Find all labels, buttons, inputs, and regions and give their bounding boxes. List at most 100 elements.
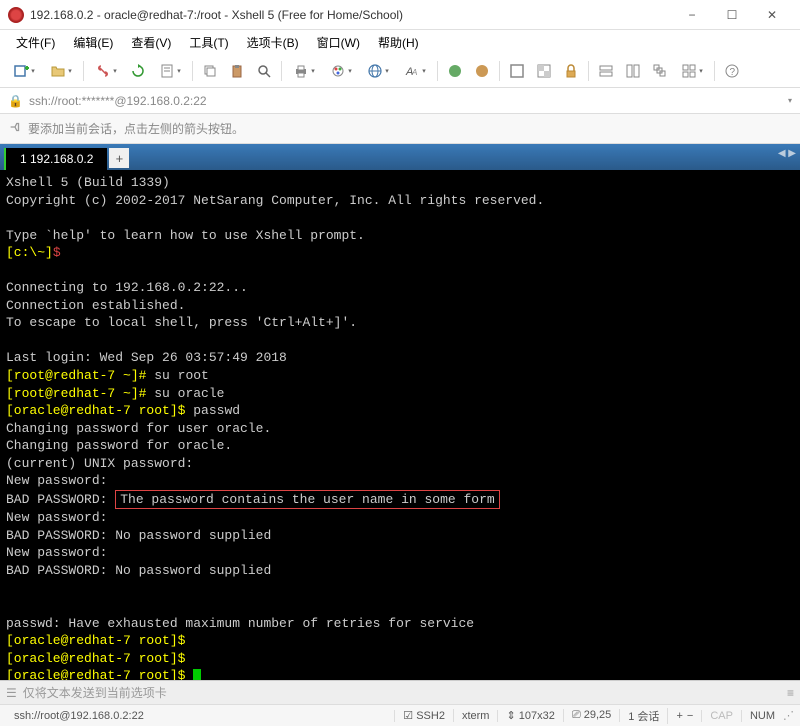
pin-icon[interactable] xyxy=(8,120,22,137)
session-tab[interactable]: 1 192.168.0.2 xyxy=(4,148,107,170)
status-sessions: 1 会话 xyxy=(620,708,668,724)
reconnect-button[interactable] xyxy=(125,58,151,84)
tile-v-button[interactable] xyxy=(620,58,646,84)
separator xyxy=(588,61,589,81)
footer-hint: 仅将文本发送到当前选项卡 xyxy=(23,684,167,701)
svg-text:?: ? xyxy=(730,67,736,78)
status-lock-icon: ☑ xyxy=(403,710,413,722)
disconnect-button[interactable]: ▾ xyxy=(88,58,124,84)
open-button[interactable]: ▾ xyxy=(43,58,79,84)
script-button[interactable] xyxy=(469,58,495,84)
term-line: BAD PASSWORD: No password supplied xyxy=(6,563,271,578)
menu-help[interactable]: 帮助(H) xyxy=(370,32,427,53)
term-prompt: [oracle@redhat-7 root]$ xyxy=(6,651,185,666)
status-num: NUM xyxy=(742,710,783,722)
minimize-button[interactable]: − xyxy=(672,1,712,29)
term-line: Connection established. xyxy=(6,298,185,313)
terminal[interactable]: Xshell 5 (Build 1339) Copyright (c) 2002… xyxy=(0,170,800,680)
term-cmd: passwd xyxy=(185,403,240,418)
separator xyxy=(437,61,438,81)
titlebar: 192.168.0.2 - oracle@redhat-7:/root - Xs… xyxy=(0,0,800,30)
term-line: Connecting to 192.168.0.2:22... xyxy=(6,280,248,295)
find-button[interactable] xyxy=(251,58,277,84)
lock-button[interactable] xyxy=(558,58,584,84)
help-button[interactable]: ? xyxy=(719,58,745,84)
status-proto: SSH2 xyxy=(416,710,445,722)
size-icon: ⇕ xyxy=(506,710,515,722)
statusbar: ssh://root@192.168.0.2:22 ☑ SSH2 xterm ⇕… xyxy=(0,704,800,726)
term-prompt: [oracle@redhat-7 root]$ xyxy=(6,668,185,680)
term-line: Type `help' to learn how to use Xshell p… xyxy=(6,228,365,243)
term-line: BAD PASSWORD: No password supplied xyxy=(6,528,271,543)
menu-file[interactable]: 文件(F) xyxy=(8,32,63,53)
terminal-footer: ☰ 仅将文本发送到当前选项卡 ≡ xyxy=(0,680,800,704)
copy-button[interactable] xyxy=(197,58,223,84)
status-cap: CAP xyxy=(702,710,742,722)
new-session-button[interactable]: ▾ xyxy=(6,58,42,84)
status-pos: 29,25 xyxy=(584,709,612,721)
status-minus[interactable]: − xyxy=(687,710,693,722)
term-line: Copyright (c) 2002-2017 NetSarang Comput… xyxy=(6,193,544,208)
term-line: Xshell 5 (Build 1339) xyxy=(6,175,170,190)
paste-button[interactable] xyxy=(224,58,250,84)
encoding-button[interactable]: ▾ xyxy=(360,58,396,84)
term-cmd: su oracle xyxy=(146,386,224,401)
properties-button[interactable]: ▾ xyxy=(152,58,188,84)
pos-icon: ⎚ xyxy=(572,709,581,721)
separator xyxy=(83,61,84,81)
arrange-button[interactable]: ▾ xyxy=(674,58,710,84)
xftp-button[interactable] xyxy=(442,58,468,84)
info-bar: 要添加当前会话，点击左侧的箭头按钮。 xyxy=(0,114,800,144)
term-prompt: [oracle@redhat-7 root]$ xyxy=(6,403,185,418)
menu-icon[interactable]: ≡ xyxy=(787,686,794,700)
addressbar[interactable]: 🔒 ssh://root:*******@192.168.0.2:22 ▾ xyxy=(0,88,800,114)
maximize-button[interactable]: ☐ xyxy=(712,1,752,29)
term-prompt: [oracle@redhat-7 root]$ xyxy=(6,633,185,648)
close-button[interactable]: ✕ xyxy=(752,1,792,29)
term-line: New password: xyxy=(6,545,107,560)
cursor xyxy=(193,669,201,680)
window-title: 192.168.0.2 - oracle@redhat-7:/root - Xs… xyxy=(30,8,672,22)
term-line: passwd: Have exhausted maximum number of… xyxy=(6,616,474,631)
lock-icon: 🔒 xyxy=(8,94,23,108)
term-line: New password: xyxy=(6,473,107,488)
term-line: New password: xyxy=(6,510,107,525)
svg-text:A: A xyxy=(411,68,417,77)
toolbar: ▾ ▾ ▾ ▾ ▾ ▾ ▾ AA▾ ▾ ? xyxy=(0,54,800,88)
color-button[interactable]: ▾ xyxy=(323,58,359,84)
send-icon[interactable]: ☰ xyxy=(6,686,17,700)
term-prompt: [c:\~] xyxy=(6,245,53,260)
status-conn: ssh://root@192.168.0.2:22 xyxy=(6,710,395,722)
term-prompt-sym: $ xyxy=(53,245,61,260)
cascade-button[interactable] xyxy=(647,58,673,84)
transparent-button[interactable] xyxy=(531,58,557,84)
term-bad-label: BAD PASSWORD: xyxy=(6,492,115,507)
address-dropdown[interactable]: ▾ xyxy=(788,96,792,105)
menu-tools[interactable]: 工具(T) xyxy=(181,32,236,53)
status-plus[interactable]: + xyxy=(676,710,682,722)
menu-view[interactable]: 查看(V) xyxy=(123,32,179,53)
separator xyxy=(281,61,282,81)
separator xyxy=(714,61,715,81)
menubar: 文件(F) 编辑(E) 查看(V) 工具(T) 选项卡(B) 窗口(W) 帮助(… xyxy=(0,30,800,54)
term-line: Changing password for user oracle. xyxy=(6,421,271,436)
term-line: Changing password for oracle. xyxy=(6,438,232,453)
tab-bar: 1 192.168.0.2 + ◀ ▶ xyxy=(0,144,800,170)
status-size: 107x32 xyxy=(519,710,555,722)
fullscreen-button[interactable] xyxy=(504,58,530,84)
tab-add-button[interactable]: + xyxy=(109,148,129,168)
separator xyxy=(499,61,500,81)
tab-nav[interactable]: ◀ ▶ xyxy=(778,148,796,159)
term-line: Last login: Wed Sep 26 03:57:49 2018 xyxy=(6,350,287,365)
resize-grip[interactable]: ⋰ xyxy=(783,709,794,722)
print-button[interactable]: ▾ xyxy=(286,58,322,84)
tile-h-button[interactable] xyxy=(593,58,619,84)
menu-edit[interactable]: 编辑(E) xyxy=(65,32,121,53)
address-url: ssh://root:*******@192.168.0.2:22 xyxy=(29,94,207,108)
font-button[interactable]: AA▾ xyxy=(397,58,433,84)
term-line: (current) UNIX password: xyxy=(6,456,193,471)
term-line: To escape to local shell, press 'Ctrl+Al… xyxy=(6,315,357,330)
menu-tabs[interactable]: 选项卡(B) xyxy=(239,32,307,53)
menu-window[interactable]: 窗口(W) xyxy=(309,32,368,53)
term-cmd: su root xyxy=(146,368,208,383)
